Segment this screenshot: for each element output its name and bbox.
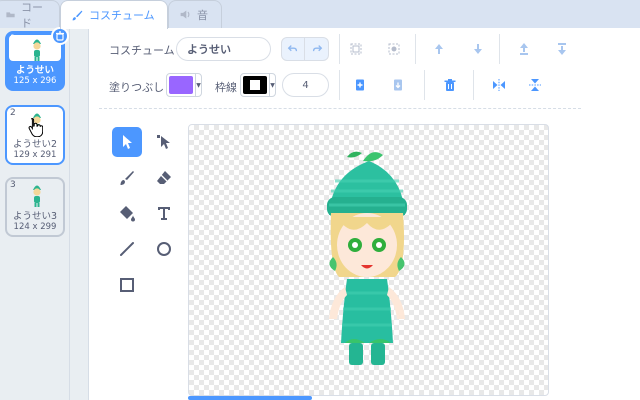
outline-swatch xyxy=(243,76,267,94)
dropdown-arrow-icon: ▼ xyxy=(269,74,275,96)
divider xyxy=(473,70,474,100)
outline-width-input[interactable]: 4 xyxy=(282,73,329,97)
fill-label: 塗りつぶし xyxy=(109,81,165,94)
costume-size: 124 x 299 xyxy=(13,222,57,232)
brush-tool[interactable] xyxy=(112,163,142,193)
divider xyxy=(339,70,340,100)
divider xyxy=(424,70,425,100)
redo-icon xyxy=(312,45,322,52)
tab-costumes[interactable]: コスチューム xyxy=(60,0,168,29)
paste-button[interactable] xyxy=(387,74,409,96)
flip-vertical-button[interactable] xyxy=(524,74,546,96)
fill-swatch xyxy=(169,76,193,94)
costume-item-3[interactable]: 3 ようせい3 124 x 299 xyxy=(5,177,65,237)
copy-button[interactable] xyxy=(349,74,371,96)
group-icon xyxy=(350,43,362,55)
fairy-thumbnail xyxy=(33,39,41,61)
eraser-tool[interactable] xyxy=(149,163,179,193)
delete-costume-button[interactable] xyxy=(51,27,69,45)
costume-name: ようせい2 xyxy=(12,139,58,150)
text-icon xyxy=(158,207,170,220)
send-to-back-icon xyxy=(558,43,566,55)
fairy-costume-drawing xyxy=(327,151,407,365)
undo-button[interactable] xyxy=(281,37,305,61)
trash-icon xyxy=(56,31,64,41)
rectangle-tool[interactable] xyxy=(112,270,142,300)
hand-cursor-icon xyxy=(28,117,43,137)
forward-button[interactable] xyxy=(428,38,450,60)
paint-editor: コスチューム ようせい 塗りつぶし ▼ 枠線 ▼ 4 xyxy=(88,28,640,400)
canvas-scrollbar[interactable] xyxy=(188,396,312,400)
tab-sounds[interactable]: 音 xyxy=(168,0,222,28)
circle-icon xyxy=(157,242,171,256)
paste-icon xyxy=(394,79,402,91)
divider xyxy=(499,34,500,64)
redo-button[interactable] xyxy=(305,37,329,61)
divider xyxy=(339,34,340,64)
eraser-icon xyxy=(157,171,171,184)
undo-icon xyxy=(287,45,298,52)
costume-name: ようせい3 xyxy=(12,211,58,222)
fill-tool[interactable] xyxy=(112,198,142,228)
costume-number: 3 xyxy=(10,180,16,190)
backward-button[interactable] xyxy=(467,38,489,60)
fairy-thumbnail xyxy=(33,185,41,207)
tab-code-label: コード xyxy=(21,0,44,30)
rectangle-icon xyxy=(120,278,134,292)
brush-icon xyxy=(72,10,83,20)
costume-item-2[interactable]: 2 ようせい2 129 x 291 xyxy=(5,105,65,165)
flip-horizontal-icon xyxy=(493,79,505,91)
tab-sounds-label: 音 xyxy=(197,8,208,22)
front-button[interactable] xyxy=(513,38,535,60)
brush-icon xyxy=(120,171,134,185)
reshape-icon xyxy=(157,135,170,149)
costume-item-1[interactable]: 1 ようせい 125 x 296 xyxy=(5,27,69,91)
tab-code[interactable]: コード xyxy=(0,0,60,30)
move-forward-icon xyxy=(435,44,443,54)
arrow-cursor-icon xyxy=(123,135,132,149)
code-icon xyxy=(6,12,15,18)
speaker-icon xyxy=(180,10,190,19)
line-icon xyxy=(120,242,134,256)
fill-color-picker[interactable]: ▼ xyxy=(166,73,202,97)
reshape-tool[interactable] xyxy=(149,127,179,157)
move-backward-icon xyxy=(474,44,482,54)
divider xyxy=(415,34,416,64)
toolbar-divider xyxy=(99,108,581,109)
costume-list: 1 ようせい 125 x 296 2 ようせい2 129 x 291 3 ようせ… xyxy=(0,27,70,400)
undo-redo-group xyxy=(281,37,329,61)
outline-label: 枠線 xyxy=(215,81,237,94)
flip-horizontal-button[interactable] xyxy=(488,74,510,96)
line-tool[interactable] xyxy=(112,234,142,264)
group-button[interactable] xyxy=(345,38,367,60)
outline-color-picker[interactable]: ▼ xyxy=(240,73,276,97)
copy-icon xyxy=(356,79,364,91)
ungroup-icon xyxy=(388,43,400,55)
costume-number: 1 xyxy=(10,34,16,44)
costume-name: ようせい xyxy=(15,65,54,76)
costume-size: 125 x 296 xyxy=(13,76,57,86)
costume-name-input[interactable]: ようせい xyxy=(176,37,271,61)
costume-number: 2 xyxy=(10,108,16,118)
costume-size: 129 x 291 xyxy=(13,150,57,160)
flip-vertical-icon xyxy=(529,79,541,91)
costume-name-label: コスチューム xyxy=(109,44,175,57)
back-button[interactable] xyxy=(551,38,573,60)
tab-costumes-label: コスチューム xyxy=(89,9,155,22)
bring-to-front-icon xyxy=(520,43,528,55)
ungroup-button[interactable] xyxy=(383,38,405,60)
delete-button[interactable] xyxy=(439,74,461,96)
paint-bucket-icon xyxy=(120,206,135,222)
editor-tabs: コード コスチューム 音 xyxy=(0,0,640,30)
dropdown-arrow-icon: ▼ xyxy=(195,74,201,96)
circle-tool[interactable] xyxy=(149,234,179,264)
select-tool[interactable] xyxy=(112,127,142,157)
text-tool[interactable] xyxy=(149,198,179,228)
paint-canvas[interactable] xyxy=(188,124,549,396)
trash-icon xyxy=(444,79,456,91)
